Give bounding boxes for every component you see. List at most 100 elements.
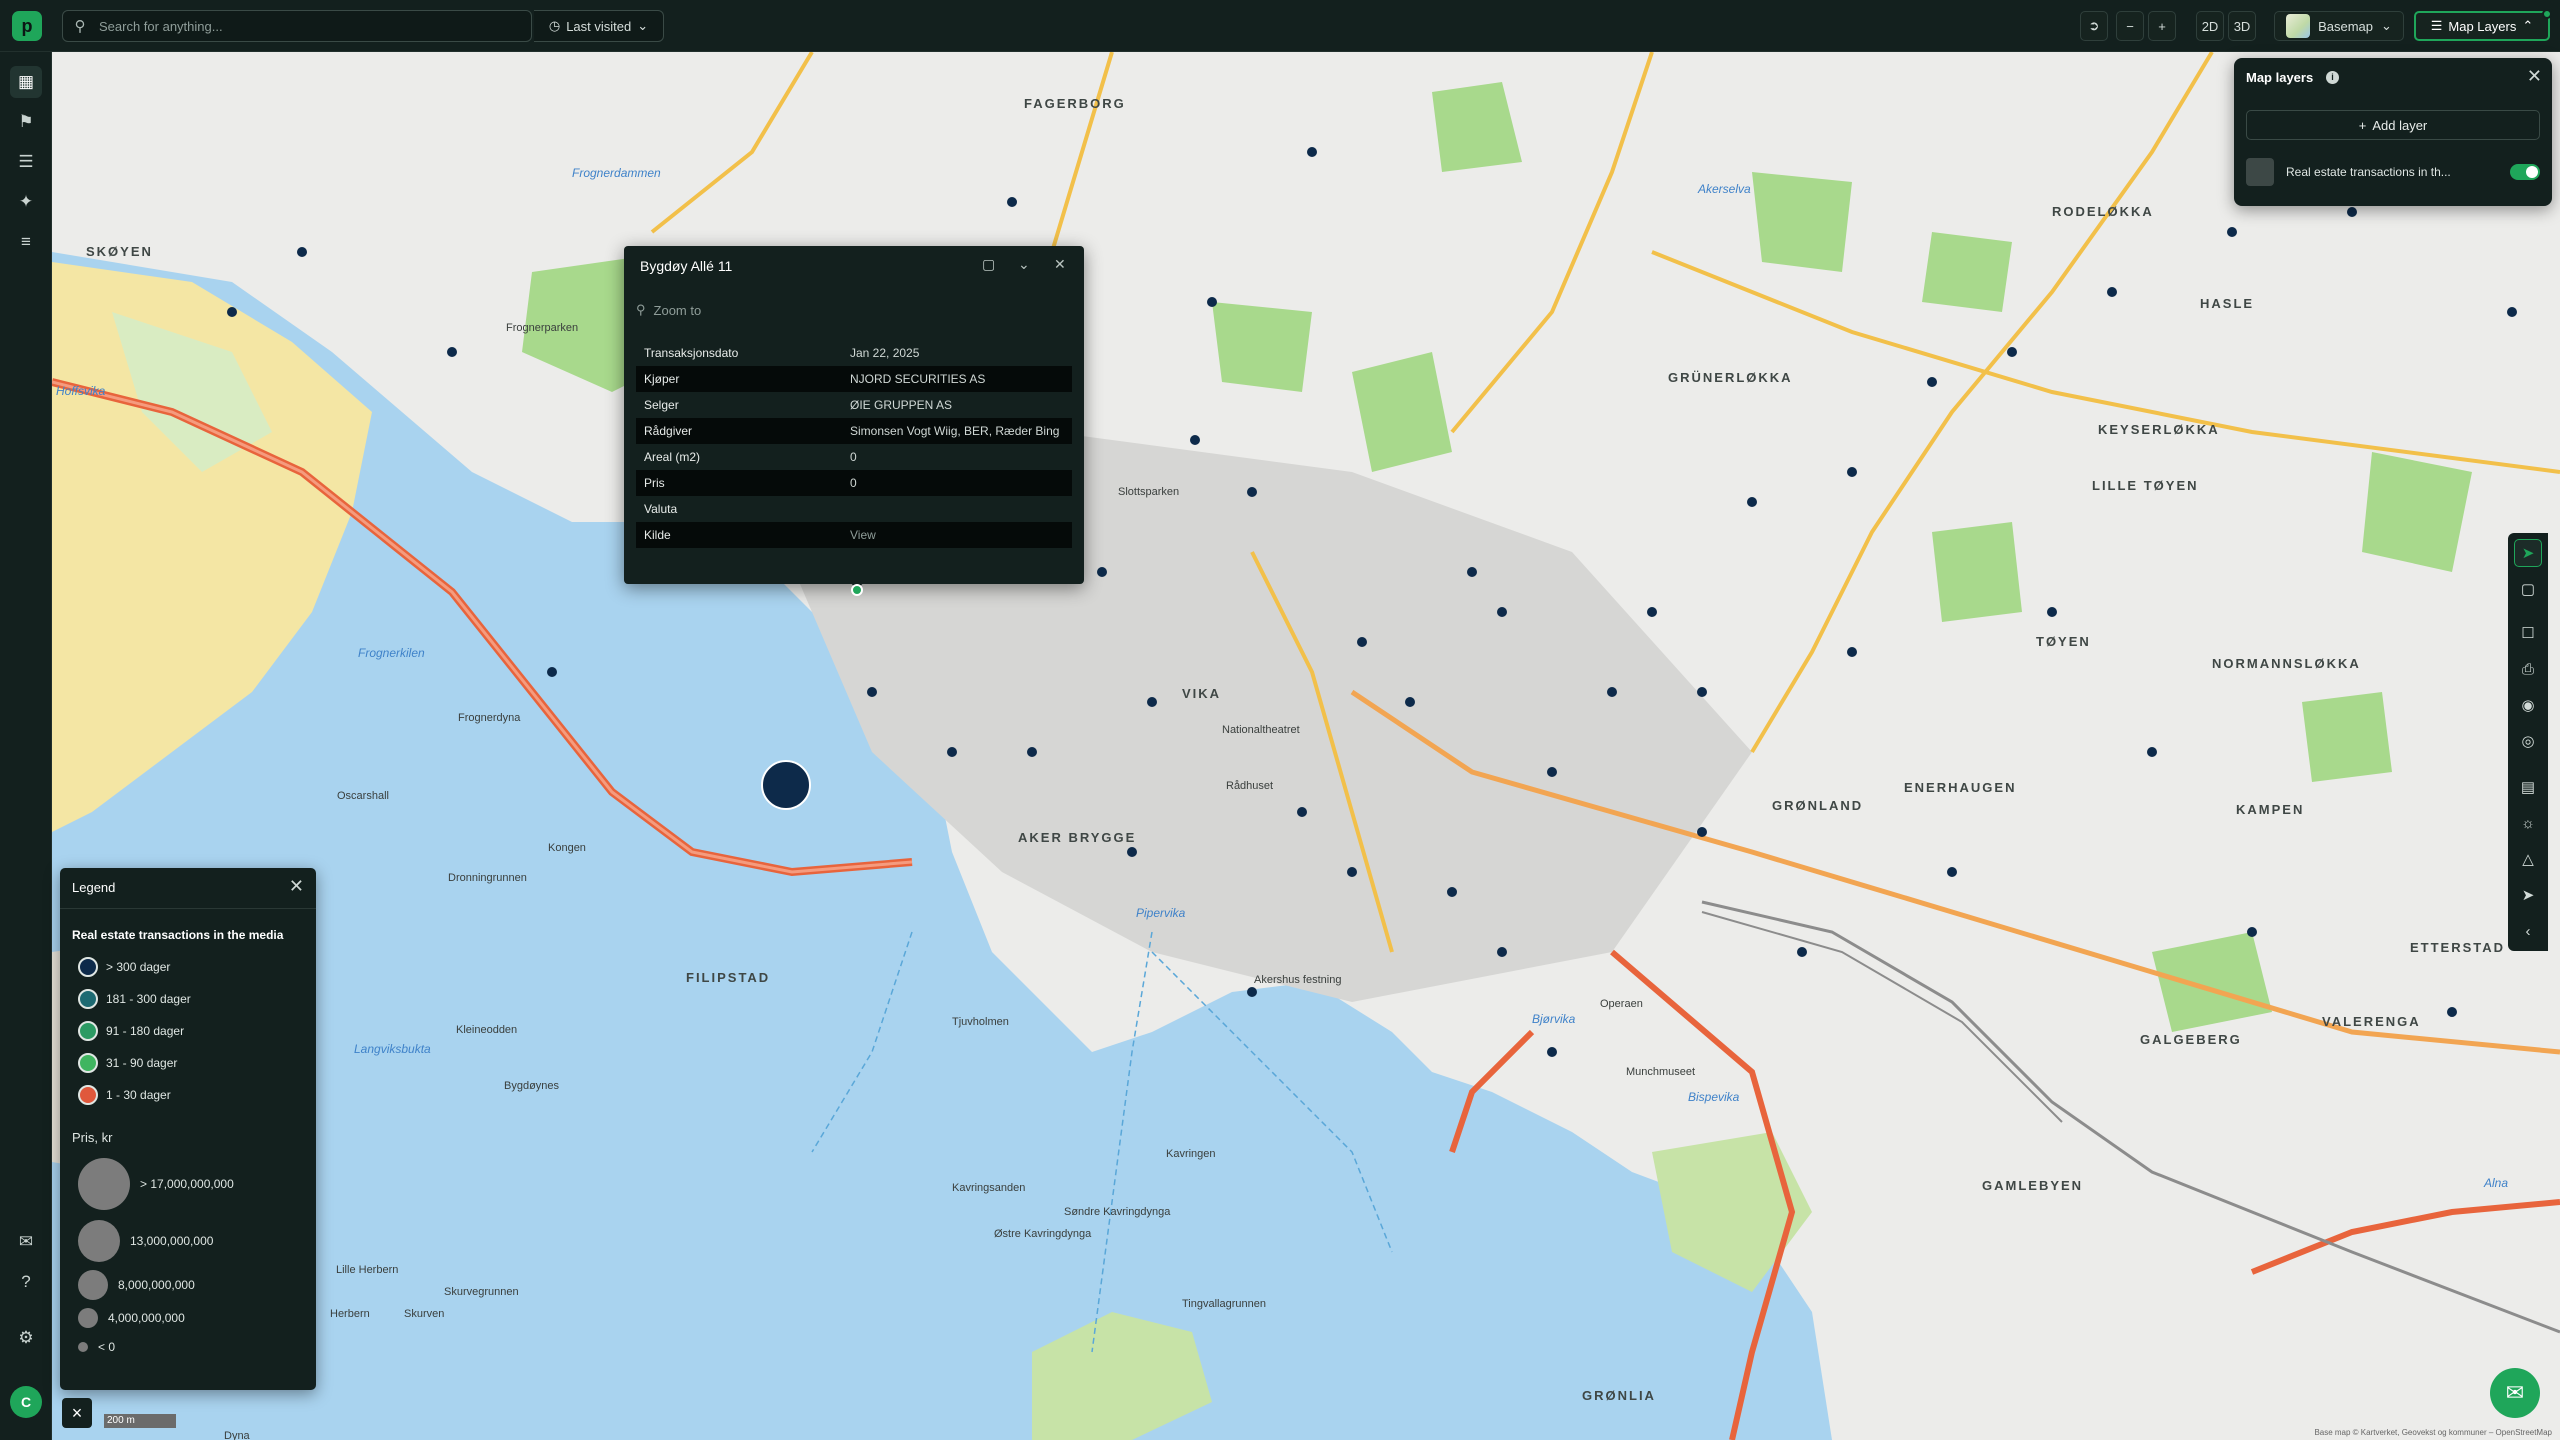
pointer-icon[interactable]: ➤ [2514,539,2542,567]
legend-panel: Legend ✕ Real estate transactions in the… [60,868,316,1390]
search-box[interactable]: ⚲ [62,10,532,42]
divider [60,908,316,909]
map-attribution: Base map © Kartverket, Geovekst og kommu… [2314,1428,2552,1437]
map-label: Slottsparken [1118,486,1180,498]
map-label: Kleineodden [456,1024,518,1036]
view-2d-button[interactable]: 2D [2196,11,2224,41]
chat-button[interactable]: ✉ [2490,1368,2540,1418]
water-label: Langviksbukta [354,1042,431,1056]
chevron-down-icon[interactable]: ⌄ [1018,256,1030,273]
place-label: VIKA [1182,686,1222,701]
close-button[interactable]: × [62,1398,92,1428]
table-row: Transaksjonsdato Jan 22, 2025 [636,340,1072,366]
table-row: Selger ØIE GRUPPEN AS [636,392,1072,418]
compass-icon[interactable]: ➲ [2080,11,2108,41]
map-label: Operaen [1600,998,1643,1010]
navigate-icon[interactable]: ➤ [2514,881,2542,909]
map-label: Frognerparken [506,322,579,334]
legend-label: 91 - 180 dager [106,1024,185,1038]
list-icon[interactable]: ☰ [10,146,42,178]
sparkle-icon[interactable]: ✦ [10,186,42,218]
clock-icon: ◷ [548,18,561,33]
map-label: Dyna [224,1430,250,1440]
close-icon[interactable]: ✕ [289,876,304,897]
map-label: Oscarshall [337,790,389,802]
camera-icon[interactable]: ◉ [2514,691,2542,719]
legend-swatch [78,1053,98,1073]
app-logo[interactable]: p [12,11,42,41]
attribute-table: Transaksjonsdato Jan 22, 2025 Kjøper NJORD… [636,340,1072,548]
field-value: 0 [850,450,857,464]
selected-feature-marker[interactable] [851,584,863,596]
source-link[interactable]: View [842,522,1072,548]
place-label: RODELØKKA [2052,204,2154,219]
map-icon[interactable]: ▦ [10,66,42,98]
table-row: Areal (m2) 0 [636,444,1072,470]
place-label: ETTERSTAD [2410,940,2506,955]
size-label: 13,000,000,000 [130,1234,214,1248]
layer-visibility-toggle[interactable] [2510,164,2540,180]
water-label: Akerselva [1698,182,1751,196]
locate-icon[interactable]: ◎ [2514,727,2542,755]
zoom-to-button[interactable]: ⚲ Zoom to [636,298,1070,322]
bookmark-icon[interactable]: ☐ [2514,619,2542,647]
collapse-icon[interactable]: ‹ [2514,917,2542,945]
last-visited-button[interactable]: ◷ Last visited ⌄ [534,10,664,42]
save-icon[interactable]: ▤ [2514,773,2542,801]
zoom-out-button[interactable]: − [2116,11,2144,41]
map-canvas[interactable]: FAGERBORG RODELØKKA SKØYEN GRÜNERLØKKA K… [52,52,2560,1440]
select-rectangle-icon[interactable]: ▢ [2514,575,2542,603]
zoom-in-button[interactable]: + [2148,11,2176,41]
map-label: Herbern [330,1308,370,1320]
search-icon: ⚲ [74,18,86,35]
place-label: FILIPSTAD [686,970,771,985]
scale-bar: 200 m [104,1414,176,1428]
chevron-down-icon: ⌄ [2381,18,2392,33]
info-icon[interactable]: i [2326,71,2339,84]
legend-swatch [78,1021,98,1041]
place-label: ENERHAUGEN [1904,780,2017,795]
map-label: Nationaltheatret [1222,724,1300,736]
size-legend-item: > 17,000,000,000 [78,1158,234,1210]
help-icon[interactable]: ? [10,1266,42,1298]
place-label: LILLE TØYEN [2092,478,2199,493]
basemap-button[interactable]: Basemap ⌄ [2274,11,2404,41]
tag-icon[interactable]: ⚑ [10,106,42,138]
map-label: Frognerdyna [458,712,521,724]
settings-icon[interactable]: ⚙ [10,1322,42,1354]
layer-thumbnail [2246,158,2274,186]
close-icon[interactable]: ✕ [2527,66,2542,87]
view-3d-button[interactable]: 3D [2228,11,2256,41]
place-label: AKER BRYGGE [1018,830,1137,845]
measure-icon[interactable]: △ [2514,845,2542,873]
map-layers-panel: Map layers i ✕ + Add layer Real estate t… [2234,58,2552,206]
search-input[interactable] [97,17,517,35]
print-icon[interactable]: ⎙ [2514,655,2542,683]
popup-title: Bygdøy Allé 11 [640,258,733,274]
field-label: Selger [644,398,679,412]
water-label: Bjørvika [1532,1012,1576,1026]
chat-icon[interactable]: ✉ [10,1226,42,1258]
sun-icon[interactable]: ☼ [2514,809,2542,837]
layer-item[interactable]: Real estate transactions in th... [2246,158,2540,186]
map-layers-button[interactable]: ☰ Map Layers ⌃ [2414,9,2552,41]
add-layer-button[interactable]: + Add layer [2246,110,2540,140]
dock-icon[interactable]: ▢ [982,256,995,273]
size-circle [78,1342,88,1352]
place-label: TØYEN [2036,634,2091,649]
user-avatar[interactable]: C [10,1386,42,1418]
map-label: Skurven [404,1308,445,1320]
legend-layer-title: Real estate transactions in the media [72,928,284,942]
legend-label: > 300 dager [106,960,171,974]
legend-item: 181 - 300 dager [78,988,191,1010]
legend-label: 31 - 90 dager [106,1056,178,1070]
map-label: Dronningrunnen [448,872,527,884]
map-label: Tjuvholmen [952,1016,1009,1028]
map-label: Lille Herbern [336,1264,399,1276]
close-icon[interactable]: ✕ [1054,256,1066,273]
map-label: Kavringen [1166,1148,1216,1160]
water-label: Bispevika [1688,1090,1740,1104]
legend-item: 91 - 180 dager [78,1020,184,1042]
water-label: Alna [2484,1176,2509,1190]
filter-icon[interactable]: ≡ [10,226,42,258]
